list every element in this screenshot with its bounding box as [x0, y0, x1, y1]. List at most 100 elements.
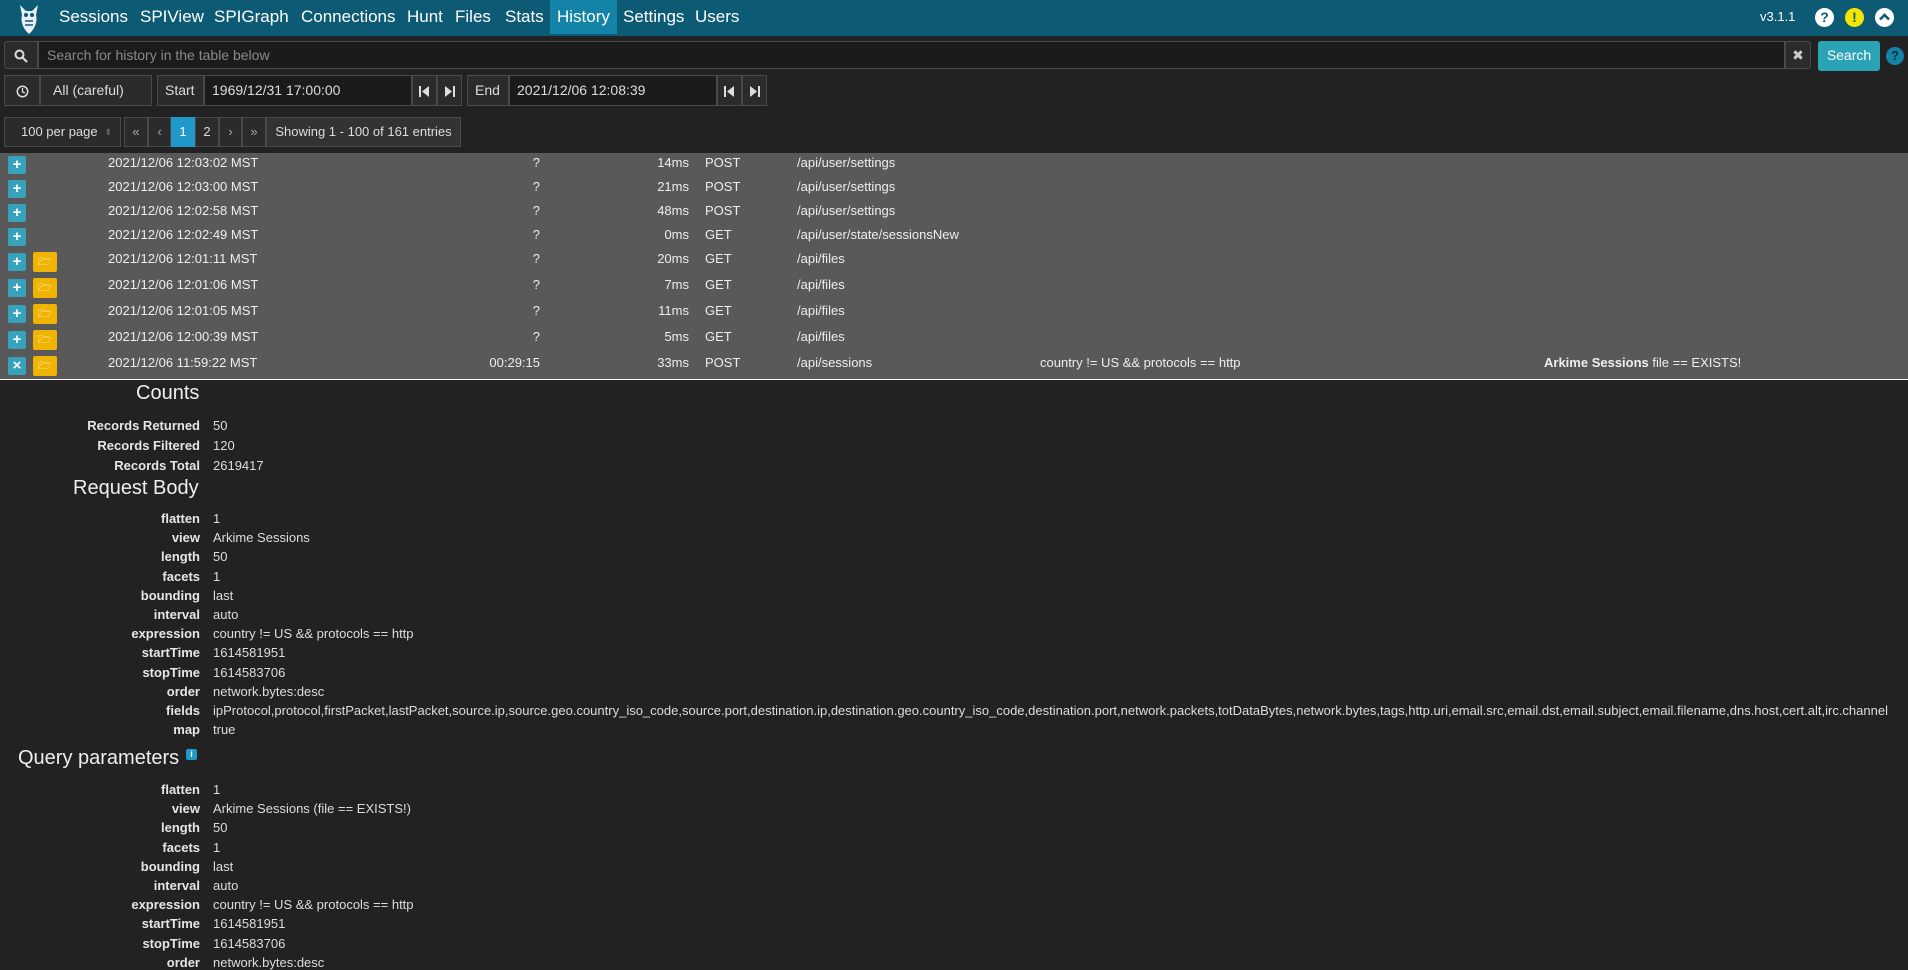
history-row[interactable]: + 🗁 2021/12/06 12:00:39 MST? 5ms GET/api/fil… — [0, 327, 1908, 354]
open-files-folder-icon[interactable]: 🗁 — [33, 356, 57, 376]
collapse-row-icon[interactable]: × — [8, 357, 26, 375]
start-first-button[interactable] — [412, 75, 437, 106]
open-files-folder-icon[interactable]: 🗁 — [33, 252, 57, 272]
history-row[interactable]: + 🗁 2021/12/06 12:01:06 MST? 7ms GET/api/fil… — [0, 275, 1908, 302]
info-icon[interactable]: ! — [1845, 8, 1864, 27]
nav-spiview[interactable]: SPIView — [133, 0, 211, 34]
body-param-key: stopTime — [142, 664, 200, 680]
start-last-button[interactable] — [437, 75, 462, 106]
row-api-path: /api/files — [797, 277, 845, 292]
time-range-icon — [4, 75, 40, 106]
collapse-icon[interactable] — [1875, 8, 1894, 27]
nav-history[interactable]: History — [550, 0, 617, 34]
expand-row-icon[interactable]: + — [8, 180, 26, 198]
clear-search-button[interactable]: ✖ — [1785, 41, 1811, 69]
body-param-value: 1 — [213, 511, 221, 526]
expand-row-icon[interactable]: + — [8, 253, 26, 271]
query-param-value: 1614581951 — [213, 916, 286, 932]
query-param-key: stopTime — [142, 935, 200, 951]
body-param-value: ipProtocol,protocol,firstPacket,lastPack… — [213, 703, 1888, 718]
row-method: POST — [705, 179, 741, 194]
expand-row-icon[interactable]: + — [8, 305, 26, 323]
body-param-key: interval — [153, 607, 200, 622]
history-row[interactable]: +2021/12/06 12:03:02 MST? 14ms POST/api/us… — [0, 153, 1908, 178]
query-param-key: order — [166, 954, 200, 970]
help-icon[interactable]: ? — [1815, 8, 1834, 27]
row-duration: 0ms — [664, 227, 689, 242]
history-row[interactable]: +2021/12/06 12:02:58 MST? 48ms POST/api/us… — [0, 201, 1908, 226]
search-button[interactable]: Search — [1818, 41, 1880, 71]
start-time-input[interactable]: 1969/12/31 17:00:00 — [204, 75, 412, 106]
row-time-range: ? — [532, 179, 540, 194]
history-row[interactable]: + 🗁 2021/12/06 12:01:05 MST? 11ms GET/api/fi… — [0, 301, 1908, 328]
time-range-select[interactable]: All (careful) — [40, 75, 152, 106]
search-help-icon[interactable]: ? — [1886, 47, 1904, 65]
query-param-key: interval — [153, 878, 200, 893]
prev-page-button[interactable]: ‹ — [148, 117, 171, 147]
row-time-range: ? — [532, 155, 540, 170]
body-param-value: auto — [213, 607, 239, 622]
history-row[interactable]: × 🗁 2021/12/06 11:59:22 MST 00:29:15 33ms POS… — [0, 353, 1908, 380]
expand-row-icon[interactable]: + — [8, 204, 26, 222]
owl-logo-icon[interactable] — [16, 1, 42, 35]
nav-settings[interactable]: Settings — [616, 0, 691, 34]
query-param-key: startTime — [141, 916, 200, 932]
open-files-folder-icon[interactable]: 🗁 — [33, 330, 57, 350]
row-duration: 14ms — [657, 155, 689, 170]
next-page-button[interactable]: › — [219, 117, 242, 147]
first-page-button[interactable]: « — [124, 117, 148, 147]
row-time-range: ? — [532, 251, 540, 266]
expand-row-icon[interactable]: + — [8, 279, 26, 297]
history-search-input[interactable] — [38, 41, 1785, 69]
row-method: GET — [705, 277, 732, 292]
nav-users[interactable]: Users — [688, 0, 746, 34]
body-param-value: 1 — [213, 568, 221, 584]
start-label: Start — [157, 75, 204, 106]
open-files-folder-icon[interactable]: 🗁 — [33, 278, 57, 298]
row-method: GET — [705, 329, 732, 344]
nav-files[interactable]: Files — [448, 0, 498, 34]
body-param-key: fields — [166, 703, 200, 718]
nav-stats[interactable]: Stats — [498, 0, 551, 34]
counts-title: Counts — [136, 382, 200, 404]
row-duration: 21ms — [657, 179, 689, 194]
row-timestamp: 2021/12/06 12:02:58 MST — [108, 203, 259, 218]
body-param-key: order — [166, 683, 200, 699]
nav-hunt[interactable]: Hunt — [400, 0, 450, 34]
per-page-select[interactable]: 100 per page ⬍ — [4, 117, 121, 147]
expand-row-icon[interactable]: + — [8, 228, 26, 246]
history-row[interactable]: +2021/12/06 12:02:49 MST? 0ms GET/api/user… — [0, 225, 1908, 250]
row-duration: 11ms — [658, 303, 689, 318]
end-time-input[interactable]: 2021/12/06 12:08:39 — [509, 75, 717, 106]
row-time-range: ? — [532, 303, 540, 318]
row-api-path: /api/files — [797, 303, 845, 318]
showing-entries-label: Showing 1 - 100 of 161 entries — [266, 117, 461, 147]
expand-row-icon[interactable]: + — [8, 331, 26, 349]
page-1-button[interactable]: 1 — [171, 117, 195, 147]
last-page-button[interactable]: » — [242, 117, 266, 147]
body-param-key: map — [173, 722, 200, 738]
nav-spigraph[interactable]: SPIGraph — [207, 0, 296, 34]
open-files-folder-icon[interactable]: 🗁 — [33, 304, 57, 324]
row-duration: 33ms — [657, 355, 689, 370]
nav-connections[interactable]: Connections — [294, 0, 403, 34]
query-info-icon[interactable]: i — [186, 749, 197, 760]
body-param-key: expression — [131, 626, 200, 642]
end-last-button[interactable] — [742, 75, 767, 106]
query-param-key: flatten — [161, 782, 200, 797]
nav-sessions[interactable]: Sessions — [52, 0, 135, 34]
query-param-key: view — [171, 801, 200, 817]
search-icon — [4, 41, 38, 69]
query-param-value: 1614583706 — [213, 935, 286, 951]
top-navbar: Sessions SPIView SPIGraph Connections Hunt Fi… — [0, 0, 1908, 36]
history-row[interactable]: +2021/12/06 12:03:00 MST? 21ms POST/api/us… — [0, 177, 1908, 202]
history-row[interactable]: + 🗁 2021/12/06 12:01:11 MST? 20ms GET/api/fi… — [0, 249, 1908, 276]
body-param-value: 50 — [213, 549, 228, 565]
end-first-button[interactable] — [717, 75, 742, 106]
query-param-key: bounding — [140, 858, 200, 874]
expand-row-icon[interactable]: + — [8, 156, 26, 174]
row-time-range: ? — [532, 227, 540, 242]
row-duration: 20ms — [657, 251, 689, 266]
page-2-button[interactable]: 2 — [195, 117, 219, 147]
body-param-value: 1614581951 — [213, 645, 286, 661]
